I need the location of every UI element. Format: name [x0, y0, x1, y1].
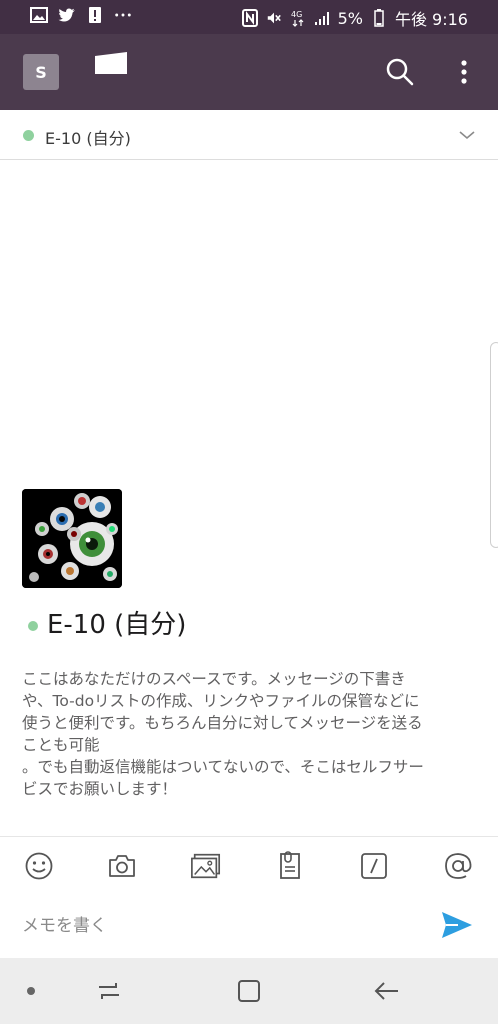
clock: 午後 9:16 — [394, 10, 468, 29]
intro-description: ここはあなただけのスペースです。メッセージの下書き や、To-doリストの作成、… — [22, 668, 476, 800]
channel-name: E-10 (自分) — [45, 129, 131, 148]
alert-icon — [86, 6, 104, 24]
workspace-initial: S — [35, 62, 47, 82]
intro-line: ビスでお願いします！ — [22, 780, 178, 798]
channel-header[interactable]: E-10 (自分) — [0, 110, 498, 160]
twitter-icon — [58, 6, 76, 24]
search-icon — [386, 58, 414, 86]
gallery-button[interactable] — [190, 850, 222, 882]
signal-icon — [314, 9, 330, 27]
more-notifications-icon — [114, 6, 132, 24]
edge-panel-handle[interactable] — [490, 342, 498, 548]
nfc-icon — [241, 9, 258, 27]
emoji-button[interactable] — [23, 850, 55, 882]
intro-title: E-10 (自分) — [47, 610, 187, 640]
camera-icon — [109, 855, 135, 877]
file-button[interactable] — [274, 850, 306, 882]
chevron-down-icon[interactable] — [458, 127, 476, 141]
intro-line: ここはあなただけのスペースです。メッセージの下書き — [22, 670, 406, 688]
camera-button[interactable] — [106, 850, 138, 882]
workspace-switcher-button[interactable]: S — [23, 54, 59, 90]
composer-toolbar — [0, 836, 498, 894]
notification-icons — [30, 6, 132, 24]
presence-indicator — [28, 620, 38, 631]
battery-icon — [371, 9, 387, 27]
slash-command-icon — [361, 853, 387, 879]
intro-title-row: E-10 (自分) — [28, 604, 186, 641]
system-navigation-bar — [0, 958, 498, 1024]
battery-percent: 5% — [337, 8, 363, 28]
nav-hide-dot[interactable] — [27, 987, 35, 995]
svg-text:4G: 4G — [291, 10, 302, 19]
intro-line: や、To-doリストの作成、リンクやファイルの保管などに — [22, 692, 420, 710]
slash-command-button[interactable] — [358, 850, 390, 882]
more-options-button[interactable] — [452, 56, 476, 88]
send-icon — [442, 912, 472, 938]
gallery-icon — [191, 853, 221, 879]
intro-line: ことも可能 — [22, 736, 100, 754]
search-button[interactable] — [384, 56, 416, 88]
kebab-menu-icon — [461, 60, 467, 84]
4g-icon: 4G — [290, 9, 306, 27]
home-button[interactable] — [234, 976, 264, 1006]
recent-apps-icon — [99, 983, 119, 999]
home-icon — [238, 980, 260, 1002]
presence-indicator — [23, 130, 34, 141]
message-composer — [0, 894, 498, 958]
file-icon — [280, 851, 300, 879]
avatar — [22, 489, 122, 588]
back-button[interactable] — [372, 976, 402, 1006]
intro-line: 。でも自動返信機能はついてないので、そこはセルフサー — [22, 758, 424, 776]
app-bar: S — [0, 34, 498, 110]
status-bar: 4G 5% 午後 9:16 — [0, 0, 498, 34]
back-arrow-icon — [374, 982, 398, 1000]
emoji-icon — [25, 852, 53, 880]
send-button[interactable] — [440, 910, 474, 940]
mention-button[interactable] — [442, 850, 474, 882]
image-icon — [30, 6, 48, 24]
mute-icon — [266, 9, 282, 27]
system-status: 4G 5% 午後 9:16 — [241, 6, 468, 30]
recent-apps-button[interactable] — [94, 976, 124, 1006]
message-input[interactable] — [22, 912, 402, 940]
intro-line: 使うと便利です。もちろん自分に対してメッセージを送る — [22, 714, 423, 732]
mention-icon — [445, 853, 472, 879]
workspace-logo — [94, 50, 128, 76]
